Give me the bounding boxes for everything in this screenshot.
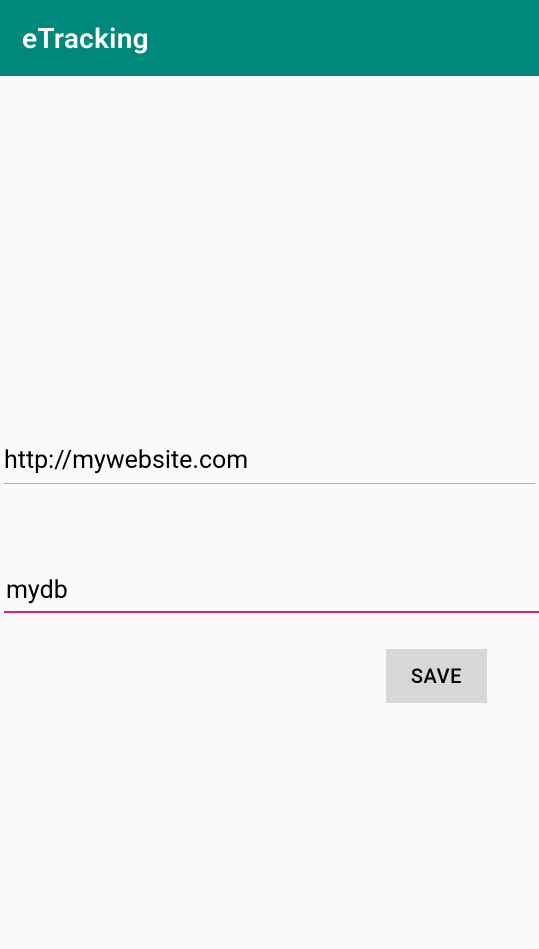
spacer xyxy=(0,76,539,440)
input-gap xyxy=(0,484,539,570)
db-field-wrapper xyxy=(0,570,539,613)
app-title: eTracking xyxy=(22,22,149,55)
save-button[interactable]: SAVE xyxy=(386,649,487,703)
content: SAVE xyxy=(0,76,539,703)
db-input[interactable] xyxy=(6,570,535,613)
save-wrapper: SAVE xyxy=(0,613,539,703)
app-bar: eTracking xyxy=(0,0,539,76)
url-input[interactable] xyxy=(4,440,535,484)
url-field-wrapper xyxy=(0,440,539,484)
